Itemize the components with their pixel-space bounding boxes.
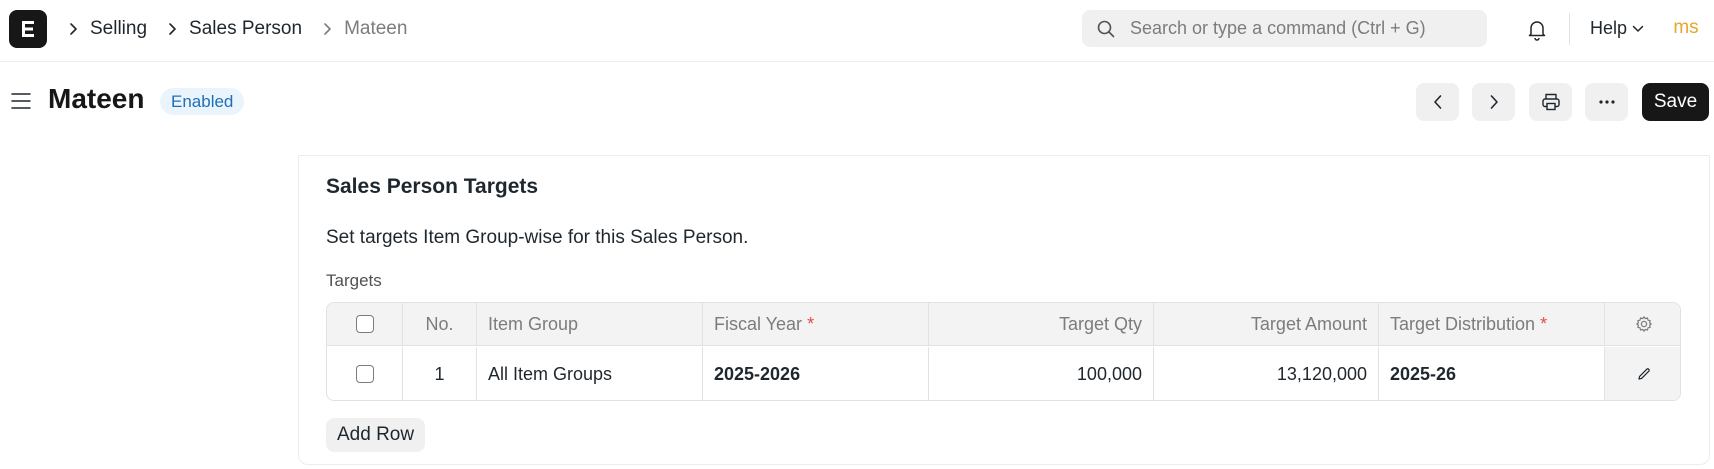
- search-icon: [1097, 20, 1115, 38]
- fiscal-year-cell[interactable]: 2025-2026: [703, 347, 929, 400]
- previous-record-button[interactable]: [1416, 83, 1459, 121]
- print-button[interactable]: [1529, 83, 1572, 121]
- column-settings-cell: [1605, 303, 1680, 345]
- navbar-divider: [1569, 13, 1570, 45]
- app-logo-icon[interactable]: [9, 10, 47, 48]
- breadcrumb-selling[interactable]: Selling: [90, 18, 147, 40]
- header-target-amount: Target Amount: [1154, 303, 1379, 345]
- more-actions-button[interactable]: [1585, 83, 1628, 121]
- printer-icon: [1541, 93, 1560, 111]
- header-target-qty: Target Qty: [929, 303, 1154, 345]
- header-no: No.: [403, 303, 477, 345]
- page-title: Mateen: [48, 83, 145, 114]
- chevron-down-icon: [1632, 25, 1644, 32]
- save-button[interactable]: Save: [1642, 83, 1709, 121]
- targets-table: No. Item Group Fiscal Year * Target Qty …: [326, 302, 1681, 401]
- edit-row-cell: [1605, 347, 1680, 400]
- gear-icon[interactable]: [1635, 315, 1653, 333]
- chevron-right-icon: [316, 17, 338, 41]
- select-all-cell: [327, 303, 403, 345]
- pencil-icon[interactable]: [1636, 366, 1652, 382]
- required-mark: *: [1540, 313, 1548, 334]
- section-description: Set targets Item Group-wise for this Sal…: [326, 227, 749, 248]
- breadcrumb-current[interactable]: Mateen: [344, 18, 407, 40]
- next-record-button[interactable]: [1472, 83, 1515, 121]
- status-badge: Enabled: [160, 88, 245, 115]
- target-distribution-cell[interactable]: 2025-26: [1379, 347, 1605, 400]
- select-all-checkbox[interactable]: [355, 315, 374, 333]
- notification-bell-icon[interactable]: [1525, 17, 1549, 41]
- help-label: Help: [1590, 18, 1628, 38]
- top-navbar: Selling Sales Person Mateen Help ms: [0, 0, 1714, 62]
- add-row-button[interactable]: Add Row: [326, 418, 426, 452]
- header-target-distribution: Target Distribution *: [1379, 303, 1605, 345]
- search-bar[interactable]: [1082, 10, 1487, 47]
- header-item-group: Item Group: [477, 303, 703, 345]
- header-fiscal-year-label: Fiscal Year: [714, 313, 803, 334]
- sidebar-toggle-icon[interactable]: [10, 90, 32, 112]
- chevron-left-icon: [1433, 95, 1441, 109]
- required-mark: *: [807, 313, 815, 334]
- targets-field-label: Targets: [326, 271, 382, 290]
- breadcrumb: Selling Sales Person Mateen: [62, 17, 421, 41]
- chevron-right-icon: [161, 17, 183, 41]
- header-fiscal-year: Fiscal Year *: [703, 303, 929, 345]
- chevron-right-icon: [62, 17, 84, 41]
- table-header-row: No. Item Group Fiscal Year * Target Qty …: [327, 303, 1680, 346]
- row-select-cell: [327, 347, 403, 400]
- search-input[interactable]: [1130, 10, 1480, 47]
- help-dropdown[interactable]: Help: [1590, 18, 1644, 39]
- target-amount-cell[interactable]: 13,120,000: [1154, 347, 1379, 400]
- user-avatar[interactable]: ms: [1668, 12, 1704, 44]
- section-title: Sales Person Targets: [326, 175, 539, 198]
- chevron-right-icon: [1490, 95, 1498, 109]
- breadcrumb-sales-person[interactable]: Sales Person: [189, 18, 302, 40]
- item-group-cell[interactable]: All Item Groups: [477, 347, 703, 400]
- table-row[interactable]: 1 All Item Groups 2025-2026 100,000 13,1…: [327, 347, 1680, 400]
- header-target-distribution-label: Target Distribution: [1390, 313, 1536, 334]
- row-no: 1: [403, 347, 477, 400]
- more-icon: [1598, 100, 1615, 104]
- row-checkbox[interactable]: [355, 365, 374, 383]
- target-qty-cell[interactable]: 100,000: [929, 347, 1154, 400]
